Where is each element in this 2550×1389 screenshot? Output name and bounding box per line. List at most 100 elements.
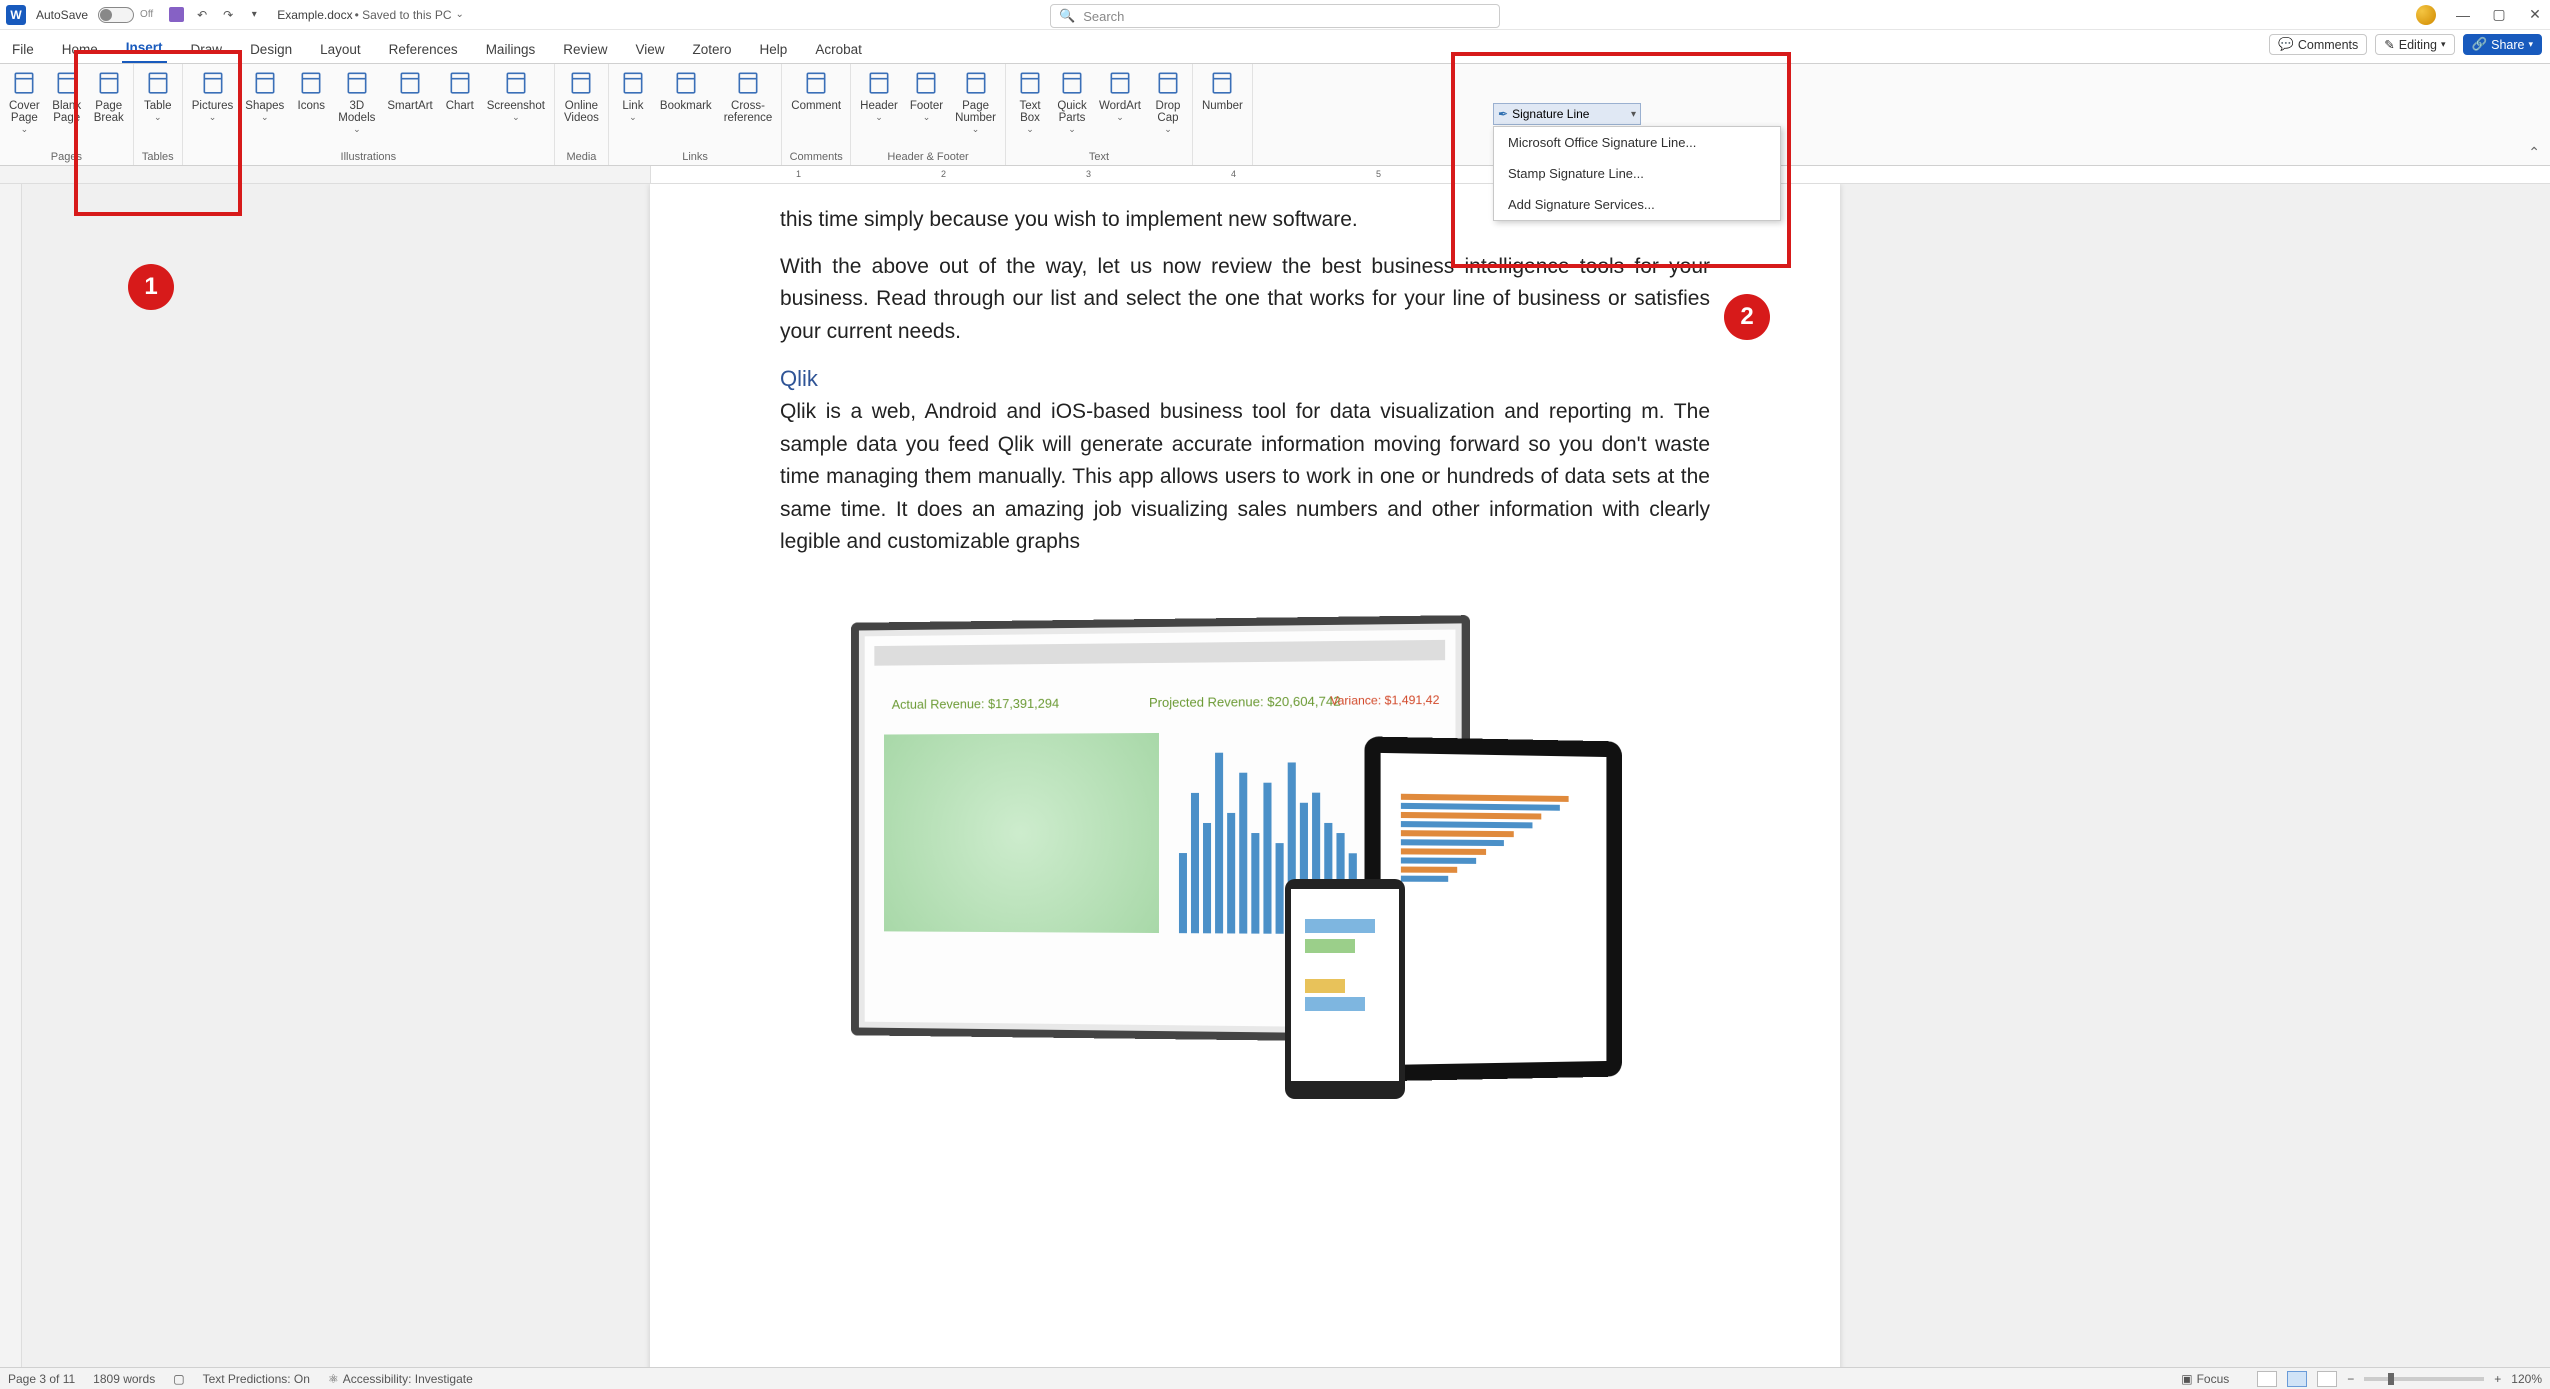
user-avatar[interactable] — [2416, 5, 2436, 25]
header-button[interactable]: Header⌄ — [855, 66, 903, 125]
tab-draw[interactable]: Draw — [187, 36, 227, 63]
blank-page-icon — [52, 68, 82, 98]
search-box[interactable]: 🔍 Search — [1050, 4, 1500, 28]
number-button[interactable]: Number — [1197, 66, 1248, 114]
text-box-icon — [1015, 68, 1045, 98]
tab-home[interactable]: Home — [58, 36, 102, 63]
horizontal-ruler[interactable]: 123456 — [0, 166, 2550, 184]
tab-file[interactable]: File — [8, 36, 38, 63]
accessibility-check[interactable]: ⚛ Accessibility: Investigate — [328, 1372, 473, 1386]
ribbon-group-tables: Table⌄Tables — [134, 64, 183, 165]
button-label: Number — [1202, 100, 1243, 112]
collapse-ribbon-button[interactable]: ⌃ — [2528, 144, 2540, 161]
comment-button[interactable]: Comment — [786, 66, 846, 114]
print-layout-view[interactable] — [2287, 1371, 2307, 1387]
focus-mode[interactable]: ▣ Focus — [2181, 1372, 2229, 1386]
group-label: Header & Footer — [855, 151, 1001, 165]
smartart-button[interactable]: SmartArt — [382, 66, 437, 114]
editing-mode-button[interactable]: ✎ Editing ▾ — [2375, 34, 2454, 55]
tab-view[interactable]: View — [631, 36, 668, 63]
menu-item-stamp-signature[interactable]: Stamp Signature Line... — [1494, 158, 1780, 189]
save-button[interactable] — [167, 6, 185, 24]
quick-parts-icon — [1057, 68, 1087, 98]
ribbon-insert: Cover Page⌄Blank PagePage BreakPagesTabl… — [0, 64, 2550, 166]
button-label: Quick Parts — [1057, 100, 1086, 124]
shapes-button[interactable]: Shapes⌄ — [240, 66, 289, 125]
blank-page-button[interactable]: Blank Page — [47, 66, 87, 126]
table-button[interactable]: Table⌄ — [138, 66, 178, 125]
tab-mailings[interactable]: Mailings — [482, 36, 540, 63]
bookmark-button[interactable]: Bookmark — [655, 66, 717, 114]
menu-item-ms-signature[interactable]: Microsoft Office Signature Line... — [1494, 127, 1780, 158]
screenshot-button[interactable]: Screenshot⌄ — [482, 66, 550, 125]
page-break-icon — [94, 68, 124, 98]
share-button[interactable]: 🔗 Share ▾ — [2463, 34, 2542, 55]
pictures-button[interactable]: Pictures⌄ — [187, 66, 239, 125]
zoom-out-button[interactable]: − — [2347, 1372, 2354, 1386]
page-indicator[interactable]: Page 3 of 11 — [8, 1372, 75, 1386]
save-state-caret[interactable]: ⌄ — [456, 9, 464, 20]
menu-item-add-signature-services[interactable]: Add Signature Services... — [1494, 189, 1780, 220]
3d-models-button[interactable]: 3D Models⌄ — [333, 66, 380, 137]
ruler-number: 3 — [1086, 169, 1091, 179]
chevron-down-icon: ⌄ — [154, 112, 162, 123]
qat-customize[interactable]: ▾ — [245, 6, 263, 24]
group-label: Text — [1010, 151, 1188, 165]
chevron-down-icon: ⌄ — [353, 124, 361, 135]
minimize-button[interactable]: — — [2454, 6, 2472, 24]
cover-page-button[interactable]: Cover Page⌄ — [4, 66, 45, 137]
page-number-button[interactable]: Page Number⌄ — [950, 66, 1001, 137]
inline-image-dashboard[interactable]: Actual Revenue: $17,391,294 Projected Re… — [825, 619, 1665, 1139]
zoom-level[interactable]: 120% — [2511, 1372, 2542, 1386]
document-page[interactable]: this time simply because you wish to imp… — [650, 184, 1840, 1367]
document-save-state[interactable]: • Saved to this PC — [355, 8, 452, 22]
signature-line-button[interactable]: ✒ Signature Line ▾ — [1493, 103, 1641, 125]
undo-button[interactable]: ↶ — [193, 6, 211, 24]
zoom-slider[interactable] — [2364, 1377, 2484, 1381]
autosave-toggle[interactable] — [98, 7, 134, 23]
comments-button[interactable]: 💬 Comments — [2269, 34, 2367, 55]
tab-acrobat[interactable]: Acrobat — [811, 36, 866, 63]
close-button[interactable]: ✕ — [2526, 6, 2544, 24]
chevron-down-icon: ⌄ — [209, 112, 217, 123]
tab-zotero[interactable]: Zotero — [689, 36, 736, 63]
pictures-icon — [198, 68, 228, 98]
tab-review[interactable]: Review — [559, 36, 611, 63]
word-count[interactable]: 1809 words — [93, 1372, 155, 1386]
drop-cap-button[interactable]: Drop Cap⌄ — [1148, 66, 1188, 137]
text-box-button[interactable]: Text Box⌄ — [1010, 66, 1050, 137]
button-label: Online Videos — [564, 100, 599, 124]
tab-insert[interactable]: Insert — [122, 34, 167, 63]
text-predictions[interactable]: Text Predictions: On — [203, 1372, 310, 1386]
comment-icon — [801, 68, 831, 98]
button-label: Drop Cap — [1156, 100, 1181, 124]
chart-button[interactable]: Chart — [440, 66, 480, 114]
link-button[interactable]: Link⌄ — [613, 66, 653, 125]
tab-references[interactable]: References — [385, 36, 462, 63]
footer-button[interactable]: Footer⌄ — [905, 66, 948, 125]
vertical-ruler[interactable] — [0, 184, 22, 1367]
ribbon-tabs: File Home Insert Draw Design Layout References… — [0, 30, 2550, 64]
redo-button[interactable]: ↷ — [219, 6, 237, 24]
quick-parts-button[interactable]: Quick Parts⌄ — [1052, 66, 1092, 137]
menu-item-label: Add Signature Services... — [1508, 197, 1655, 212]
read-mode-view[interactable] — [2257, 1371, 2277, 1387]
language-indicator[interactable]: ▢ — [173, 1372, 184, 1386]
chevron-down-icon: ⌄ — [923, 112, 931, 123]
tab-design[interactable]: Design — [246, 36, 296, 63]
wordart-button[interactable]: WordArt⌄ — [1094, 66, 1146, 125]
web-layout-view[interactable] — [2317, 1371, 2337, 1387]
tab-layout[interactable]: Layout — [316, 36, 365, 63]
online-videos-button[interactable]: Online Videos — [559, 66, 604, 126]
button-label: Footer — [910, 100, 943, 112]
document-filename[interactable]: Example.docx — [277, 8, 352, 22]
icons-icon — [296, 68, 326, 98]
icons-button[interactable]: Icons — [291, 66, 331, 114]
maximize-button[interactable]: ▢ — [2490, 6, 2508, 24]
zoom-in-button[interactable]: + — [2494, 1372, 2501, 1386]
tab-help[interactable]: Help — [756, 36, 792, 63]
cross-reference-button[interactable]: Cross- reference — [719, 66, 778, 126]
signature-line-label: Signature Line — [1512, 107, 1589, 121]
page-break-button[interactable]: Page Break — [89, 66, 129, 126]
document-workspace: this time simply because you wish to imp… — [0, 184, 2550, 1367]
